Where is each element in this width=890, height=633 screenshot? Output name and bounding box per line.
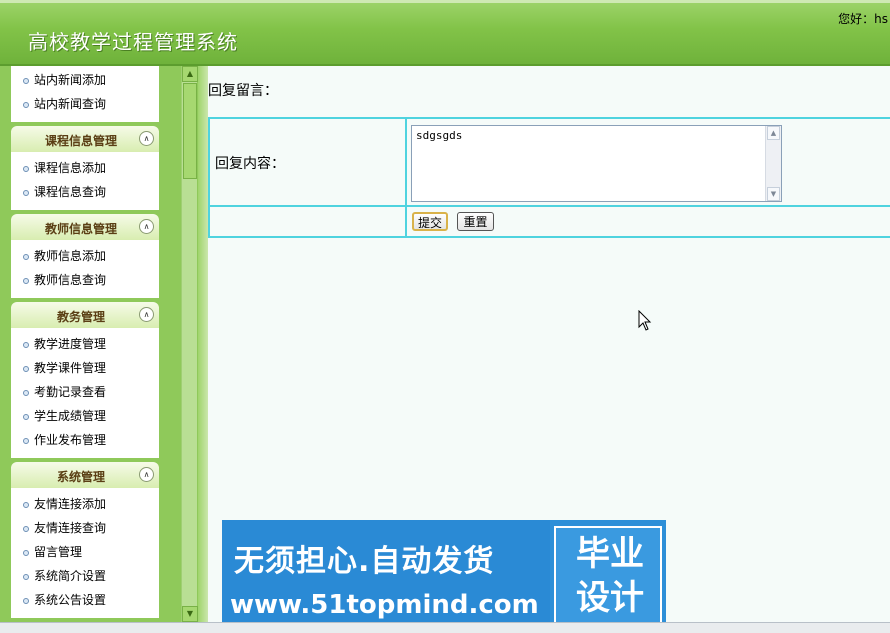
arrow-up-icon[interactable]: ▲ [182, 66, 198, 82]
menu-item-homework[interactable]: 作业发布管理 [11, 428, 159, 452]
arrow-down-icon[interactable]: ▼ [182, 606, 198, 622]
menu-item-label: 系统公告设置 [34, 593, 107, 607]
panel-teacher: 教师信息管理 ∧ 教师信息添加 教师信息查询 [11, 214, 159, 298]
bullet-icon [23, 101, 29, 108]
menu-item-label: 教学课件管理 [34, 361, 107, 375]
collapse-up-icon[interactable]: ∧ [139, 131, 154, 146]
status-bar [0, 622, 890, 633]
menu-item-label: 考勤记录查看 [34, 385, 107, 399]
page-title: 回复留言： [208, 83, 278, 99]
bullet-icon [23, 501, 29, 508]
content-label: 回复内容： [215, 156, 285, 172]
reply-content-textarea[interactable]: sdgsgds [411, 125, 782, 202]
arrow-down-icon[interactable]: ▼ [767, 187, 780, 201]
panel-header[interactable]: 系统管理 ∧ [11, 462, 159, 488]
watermark-url: www.51topmind.com [230, 590, 539, 620]
sidebar-scrollbar[interactable]: ▲ ▼ [181, 66, 198, 622]
mouse-cursor-icon [638, 310, 652, 331]
menu-item-label: 作业发布管理 [34, 433, 107, 447]
menu-item-label: 课程信息查询 [34, 185, 107, 199]
menu-item-label: 课程信息添加 [34, 161, 107, 175]
menu-item-news-query[interactable]: 站内新闻查询 [11, 92, 159, 116]
watermark-slogan: 无须担心.自动发货 [234, 544, 495, 579]
reset-button[interactable]: 重置 [457, 212, 494, 231]
bullet-icon [23, 165, 29, 172]
bullet-icon [23, 277, 29, 284]
bullet-icon [23, 573, 29, 580]
panel-title: 教师信息管理 [44, 222, 117, 236]
bullet-icon [23, 77, 29, 84]
menu-item-intro-settings[interactable]: 系统简介设置 [11, 564, 159, 588]
scrollbar-thumb[interactable] [183, 83, 197, 179]
menu-item-label: 友情连接添加 [34, 497, 107, 511]
bullet-icon [23, 597, 29, 604]
menu-item-course-add[interactable]: 课程信息添加 [11, 156, 159, 180]
watermark-left: 无须担心.自动发货 www.51topmind.com [222, 520, 550, 633]
bullet-icon [23, 413, 29, 420]
menu-item-label: 站内新闻查询 [34, 97, 107, 111]
watermark-banner: 无须担心.自动发货 www.51topmind.com 毕业 设计 [222, 520, 666, 633]
header-topline [0, 0, 890, 3]
content-label-cell: 回复内容： [209, 118, 406, 206]
content-input-cell: sdgsgds ▲ ▼ [406, 118, 890, 206]
collapse-up-icon[interactable]: ∧ [139, 307, 154, 322]
menu-item-notice-settings[interactable]: 系统公告设置 [11, 588, 159, 612]
panel-course: 课程信息管理 ∧ 课程信息添加 课程信息查询 [11, 126, 159, 210]
menu-item-course-query[interactable]: 课程信息查询 [11, 180, 159, 204]
menu-item-label: 教师信息添加 [34, 249, 107, 263]
menu-item-label: 学生成绩管理 [34, 409, 107, 423]
menu-item-messages[interactable]: 留言管理 [11, 540, 159, 564]
menu-item-grades[interactable]: 学生成绩管理 [11, 404, 159, 428]
buttons-cell: 提交 重置 [406, 206, 890, 237]
app-header: 高校教学过程管理系统 您好：hs [0, 0, 890, 66]
menu-item-link-query[interactable]: 友情连接查询 [11, 516, 159, 540]
bullet-icon [23, 365, 29, 372]
panel-title: 系统管理 [56, 470, 105, 484]
menu-item-link-add[interactable]: 友情连接添加 [11, 492, 159, 516]
panel-header[interactable]: 教务管理 ∧ [11, 302, 159, 328]
panel-system: 系统管理 ∧ 友情连接添加 友情连接查询 留言管理 系统简介设置 系统公告设置 [11, 462, 159, 618]
bullet-icon [23, 437, 29, 444]
bullet-icon [23, 253, 29, 260]
textarea-scrollbar[interactable]: ▲ ▼ [765, 126, 781, 201]
menu-item-label: 留言管理 [34, 545, 83, 559]
bullet-icon [23, 189, 29, 196]
empty-cell [209, 206, 406, 237]
panel-title: 课程信息管理 [44, 134, 117, 148]
app-title: 高校教学过程管理系统 [28, 30, 238, 54]
panel-academic: 教务管理 ∧ 教学进度管理 教学课件管理 考勤记录查看 学生成绩管理 作业发布管… [11, 302, 159, 458]
menu-item-label: 友情连接查询 [34, 521, 107, 535]
watermark-badge-box: 毕业 设计 [554, 526, 662, 626]
panel-title: 教务管理 [56, 310, 105, 324]
bullet-icon [23, 549, 29, 556]
bullet-icon [23, 389, 29, 396]
menu-item-courseware[interactable]: 教学课件管理 [11, 356, 159, 380]
reply-form-table: 回复内容： sdgsgds ▲ ▼ 提交 重置 [208, 117, 890, 238]
menu-item-label: 站内新闻添加 [34, 73, 107, 87]
sidebar-divider [198, 66, 208, 622]
menu-item-label: 教学进度管理 [34, 337, 107, 351]
panel-news: 站内新闻添加 站内新闻查询 [11, 66, 159, 122]
menu-item-news-add[interactable]: 站内新闻添加 [11, 68, 159, 92]
menu-item-attendance[interactable]: 考勤记录查看 [11, 380, 159, 404]
sidebar: 站内新闻添加 站内新闻查询 课程信息管理 ∧ 课程信息添加 课程信息查询 教师信… [0, 66, 200, 622]
watermark-badge: 毕业 设计 [576, 534, 644, 618]
menu-item-label: 教师信息查询 [34, 273, 107, 287]
bullet-icon [23, 341, 29, 348]
collapse-up-icon[interactable]: ∧ [139, 467, 154, 482]
submit-button[interactable]: 提交 [412, 212, 448, 231]
menu-item-teacher-add[interactable]: 教师信息添加 [11, 244, 159, 268]
collapse-up-icon[interactable]: ∧ [139, 219, 154, 234]
panel-header[interactable]: 课程信息管理 ∧ [11, 126, 159, 152]
menu-item-label: 系统简介设置 [34, 569, 107, 583]
panel-header[interactable]: 教师信息管理 ∧ [11, 214, 159, 240]
menu-item-teacher-query[interactable]: 教师信息查询 [11, 268, 159, 292]
menu-item-progress[interactable]: 教学进度管理 [11, 332, 159, 356]
bullet-icon [23, 525, 29, 532]
user-greeting: 您好：hs [838, 12, 888, 26]
arrow-up-icon[interactable]: ▲ [767, 126, 780, 140]
